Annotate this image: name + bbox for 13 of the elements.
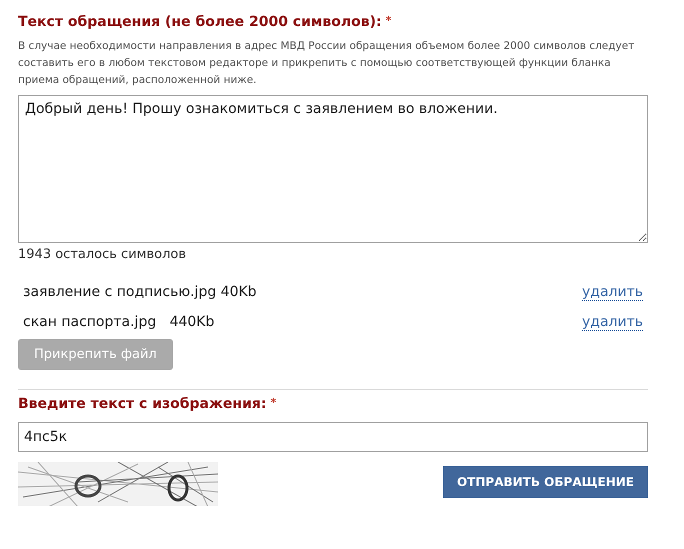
message-field[interactable]: Добрый день! Прошу ознакомиться с заявлением во вложении.: [18, 95, 648, 243]
file-name: заявление с подписью.jpg 40Kb: [23, 284, 257, 301]
required-mark: *: [270, 396, 276, 409]
submit-button[interactable]: ОТПРАВИТЬ ОБРАЩЕНИЕ: [442, 466, 648, 498]
hint-text: В случае необходимости направления в адрес МВД России обращения объемом более 2000 символов следует составить его в любом текстовом редакторе и прикрепить с помощью соответствующей функции бланка приема обращений, расположенной ниже.: [18, 39, 636, 88]
delete-link[interactable]: удалить: [582, 284, 643, 301]
remaining-count: 1943 осталось символов: [18, 247, 188, 262]
delete-link[interactable]: удалить: [582, 314, 643, 331]
file-name: скан паспорта.jpg 440Kb: [23, 314, 214, 331]
required-mark: *: [386, 14, 392, 27]
field-label: Текст обращения (не более 2000 символов):: [18, 14, 382, 30]
field-label: Введите текст с изображения:: [18, 396, 266, 412]
captcha-field[interactable]: 4пс5к: [18, 422, 648, 452]
